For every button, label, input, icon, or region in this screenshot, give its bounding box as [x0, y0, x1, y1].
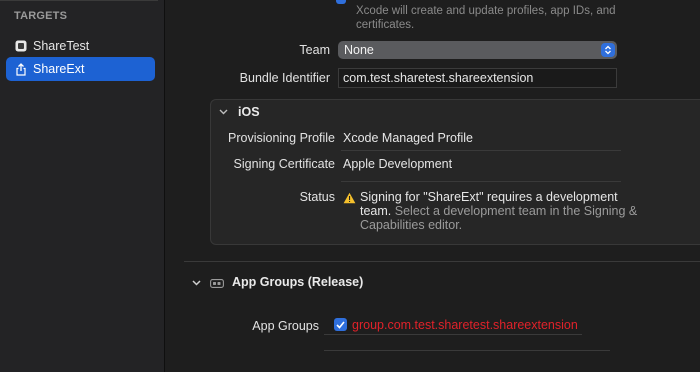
- warning-icon: [343, 191, 357, 204]
- chevron-up-down-icon: [601, 43, 615, 57]
- sidebar-item-label: ShareTest: [33, 39, 90, 53]
- sidebar-divider: [0, 0, 158, 1]
- provisioning-profile-value: Xcode Managed Profile: [343, 131, 473, 145]
- app-groups-section-title: App Groups (Release): [232, 275, 364, 289]
- targets-sidebar: TARGETS ShareTest ShareExt: [0, 0, 165, 372]
- team-popup-value: None: [344, 43, 374, 57]
- signing-certificate-label: Signing Certificate: [233, 157, 335, 171]
- sidebar-item-sharetest[interactable]: ShareTest: [6, 34, 155, 58]
- section-divider: [184, 261, 700, 262]
- sidebar-item-shareext[interactable]: ShareExt: [6, 57, 155, 81]
- app-group-checkbox[interactable]: [334, 318, 347, 331]
- row-divider: [341, 181, 621, 182]
- team-popup[interactable]: None: [338, 41, 617, 59]
- chevron-down-icon[interactable]: [218, 107, 228, 117]
- status-muted: Select a development team in the Signing…: [360, 204, 638, 232]
- sidebar-heading: TARGETS: [14, 10, 68, 22]
- row-divider: [324, 334, 582, 335]
- signing-capabilities-editor: Xcode will create and update profiles, a…: [166, 0, 700, 372]
- app-group-identifier: group.com.test.sharetest.shareextension: [352, 318, 578, 332]
- row-divider: [341, 150, 621, 151]
- signing-status-message: Signing for "ShareExt" requires a develo…: [360, 190, 650, 232]
- team-label: Team: [299, 43, 330, 57]
- share-extension-icon: [14, 62, 27, 76]
- provisioning-profile-label: Provisioning Profile: [228, 131, 335, 145]
- app-target-icon: [14, 40, 27, 53]
- app-groups-label: App Groups: [252, 319, 319, 333]
- status-label: Status: [299, 190, 335, 204]
- bundle-identifier-label: Bundle Identifier: [239, 71, 330, 85]
- signing-certificate-value: Apple Development: [343, 157, 453, 171]
- bundle-identifier-field[interactable]: com.test.sharetest.shareextension: [338, 68, 617, 88]
- sidebar-item-label: ShareExt: [33, 62, 85, 76]
- automatic-signing-hint: Xcode will create and update profiles, a…: [356, 5, 616, 31]
- ios-panel-title: iOS: [238, 105, 260, 119]
- automatic-signing-checkbox[interactable]: [336, 0, 346, 4]
- chevron-down-icon[interactable]: [191, 278, 201, 288]
- list-bottom-divider: [324, 350, 610, 351]
- app-groups-icon: [210, 278, 224, 288]
